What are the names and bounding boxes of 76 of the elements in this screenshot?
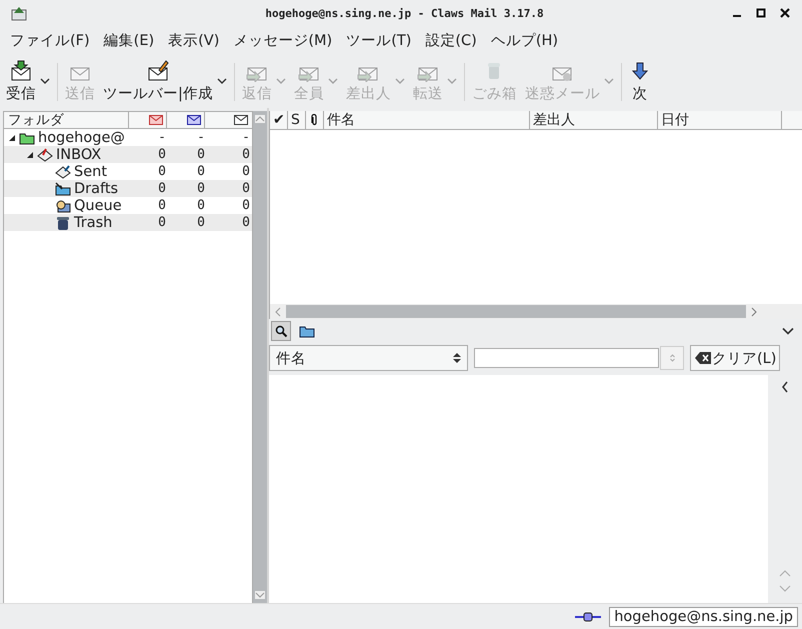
backspace-icon [695,352,711,364]
folder-row[interactable]: Sent 0 0 0 [4,163,252,180]
folder-name: INBOX [56,146,102,162]
count-cell-text: 0 [241,181,251,196]
column-header[interactable]: 差出人 [530,111,658,129]
folder-row[interactable]: Trash 0 0 0 [4,214,252,231]
envelope-icon [146,60,169,82]
count-cell-text: 0 [196,215,206,230]
clock-icon [55,198,71,212]
folder-name: Queue [74,198,122,214]
column-header[interactable]: ✔ [270,111,288,129]
search-icon [274,324,288,338]
column-header[interactable]: S [288,111,306,129]
folder-name: Trash [74,214,112,230]
folder-row[interactable]: hogehoge@ - - - [4,129,252,146]
updown-arrow-icon [670,354,674,362]
updown-arrow-icon [453,352,461,364]
menu-item[interactable]: 表示(V) [161,31,226,50]
scrollbar[interactable] [270,304,802,319]
folder-name: Sent [74,164,108,180]
expander-icon[interactable] [8,134,16,142]
menu-item[interactable]: ヘルプ(H) [484,31,566,50]
app-icon [11,5,27,21]
toolbar-button[interactable]: ツールバー|作成 [99,60,231,103]
count-cell-text: 0 [196,164,206,179]
count-cell-text: 0 [157,147,167,162]
clear-button[interactable]: クリア(L) [690,345,780,371]
search-field[interactable] [474,348,659,368]
count-cell-text: 0 [241,198,251,213]
search-toggle-button[interactable] [271,321,291,341]
menu-item[interactable]: メッセージ(M) [226,31,340,50]
scrollbar-thumb[interactable] [286,305,746,318]
column-header[interactable]: フォルダ [4,112,129,128]
count-cell-text: 0 [157,215,167,230]
envelope-icon [149,115,163,125]
count-cell-text: 0 [157,164,167,179]
envelope-icon [187,115,201,125]
folder-row[interactable]: INBOX 0 0 0 [4,146,252,163]
count-cell-text: - [241,130,251,145]
paperclip-icon [311,114,318,126]
search-type-dropdown[interactable]: 件名 [269,345,468,371]
expander-icon[interactable] [26,150,34,158]
toolbar-button[interactable]: 受信 [2,60,54,103]
account-label: hogehoge@ns.sing.ne.jp [609,606,798,626]
folder-name: Drafts [74,180,118,196]
folder-name: hogehoge@ [38,130,125,146]
menu-item[interactable]: ツール(T) [339,31,418,50]
count-cell-text: 0 [196,198,206,213]
menu-item[interactable]: 設定(C) [418,31,484,50]
count-cell-text: - [157,130,167,145]
chevron-down-icon[interactable] [782,327,794,335]
menu-item[interactable]: ファイル(F) [3,31,97,50]
column-header[interactable]: 日付 [658,111,782,129]
toolbar-button[interactable]: 次 [624,60,655,103]
maximize-icon[interactable] [756,8,766,18]
envelope-icon [234,115,248,125]
folder-row[interactable]: Queue 0 0 0 [4,197,252,214]
envelope-icon [10,60,32,82]
count-cell-text: 0 [196,147,206,162]
window-title: hogehoge@ns.sing.ne.jp - Claws Mail 3.17.8 [265,6,544,20]
folder-icon [55,182,71,196]
count-cell-text: 0 [157,181,167,196]
count-cell-text: 0 [241,147,251,162]
count-cell-text: 0 [241,215,251,230]
folder-icon[interactable] [299,324,315,338]
trash-icon [55,216,71,230]
count-cell-text: 0 [157,198,167,213]
count-cell-text: 0 [196,181,206,196]
count-cell-text: - [196,130,206,145]
column-header[interactable]: 件名 [324,111,530,129]
chevron-left-icon[interactable] [781,381,789,393]
menu-item[interactable]: 編集(E) [96,31,162,50]
plug-icon [575,612,602,622]
close-icon[interactable] [780,8,790,18]
count-cell-text: 0 [241,164,251,179]
folder-row[interactable]: Drafts 0 0 0 [4,180,252,197]
